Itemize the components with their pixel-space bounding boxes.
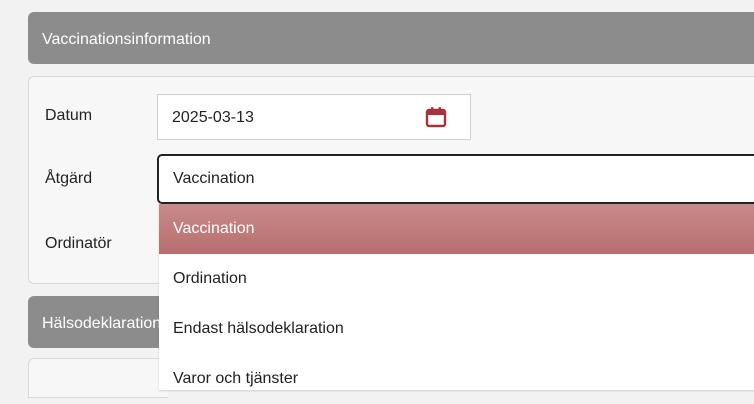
dropdown-option-health-declaration[interactable]: Endast hälsodeklaration: [159, 304, 754, 354]
action-dropdown-list: Vaccination Ordination Endast hälsodekla…: [159, 204, 754, 390]
health-panel-header[interactable]: Hälsodeklaration: [28, 296, 168, 348]
dropdown-option-goods-services[interactable]: Varor och tjänster: [159, 354, 754, 404]
vaccination-panel-header[interactable]: Vaccinationsinformation: [28, 12, 754, 64]
date-label: Datum: [45, 107, 93, 124]
date-value: 2025-03-13: [172, 109, 254, 126]
vaccination-panel-title: Vaccinationsinformation: [42, 31, 211, 48]
prescriber-label: Ordinatör: [45, 235, 112, 252]
dropdown-option-vaccination[interactable]: Vaccination: [159, 204, 754, 254]
action-label: Åtgärd: [45, 170, 93, 187]
calendar-icon[interactable]: [425, 106, 447, 128]
health-panel-body: [28, 358, 168, 398]
action-select[interactable]: Vaccination: [157, 154, 754, 204]
action-select-value: Vaccination: [173, 170, 255, 187]
health-panel-title: Hälsodeklaration: [42, 315, 159, 332]
dropdown-option-ordination[interactable]: Ordination: [159, 254, 754, 304]
date-field[interactable]: 2025-03-13: [157, 94, 471, 140]
